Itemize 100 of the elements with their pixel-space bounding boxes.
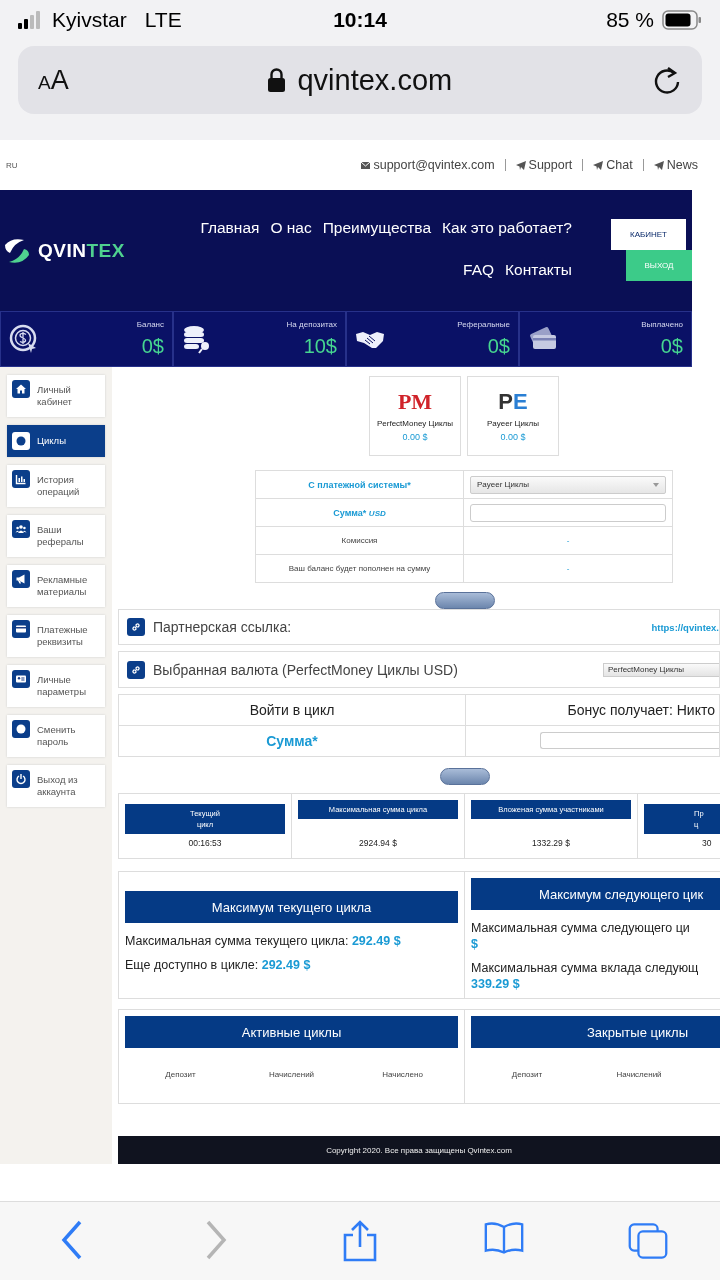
- panel-title: Максимум следующего цик: [471, 878, 720, 911]
- sidebar-item[interactable]: Личный кабинет: [7, 375, 105, 417]
- wallet-name: Payeer Циклы: [487, 419, 539, 428]
- reload-icon[interactable]: [652, 64, 682, 96]
- column-header: Начислено: [381, 1070, 424, 1080]
- address-bar[interactable]: AA qvintex.com: [18, 46, 702, 114]
- bonus-text: Бонус получает: Никто: [465, 694, 720, 726]
- panel-title: Максимум текущего цикла: [125, 891, 458, 924]
- logo-wordmark: QVINTEX: [38, 239, 125, 262]
- payment-system-select[interactable]: Payeer Циклы: [470, 475, 666, 494]
- join-amount-input[interactable]: [540, 732, 719, 750]
- sidebar-item[interactable]: Выход из аккаунта: [7, 765, 105, 807]
- send-icon: [593, 160, 604, 170]
- column-header: Начислений: [615, 1070, 663, 1080]
- contact-link[interactable]: Support: [515, 158, 573, 172]
- power-icon: [15, 773, 27, 785]
- clock: 10:14: [333, 8, 387, 32]
- stat-value: 00:16:53: [188, 838, 222, 849]
- stat-value: 30: [702, 838, 712, 849]
- form-value: -: [566, 564, 570, 573]
- send-icon: [515, 160, 526, 170]
- wallet-amount: 0.00 $: [402, 432, 428, 442]
- form-label: С платежной системы*: [255, 470, 464, 499]
- stat-value: 0$: [660, 335, 683, 358]
- form-value: -: [566, 536, 570, 545]
- panel-text: Максимальная сумма следующего ци $: [471, 920, 691, 953]
- stat-value: 1332.29 $: [532, 838, 570, 849]
- sidebar-item[interactable]: Сменить пароль: [7, 715, 105, 757]
- nav-link[interactable]: О нас: [270, 218, 312, 238]
- stat-value: 2924.94 $: [359, 838, 397, 849]
- mail-icon: [361, 161, 371, 169]
- network-type: LTE: [144, 8, 182, 32]
- stat-label: Баланс: [136, 320, 164, 329]
- stat-value: 10$: [303, 335, 337, 358]
- tabs-button[interactable]: [628, 1220, 668, 1262]
- form-label: Ваш баланс будет пополнен на сумму: [255, 554, 464, 583]
- amount-input[interactable]: [470, 503, 666, 522]
- panel-text: Максимальная сумма текущего цикла: 292.49 $: [125, 933, 402, 950]
- footer-copyright: Copyright 2020. Все права защищены Qvintex.com: [118, 1136, 720, 1164]
- nav-link[interactable]: Главная: [200, 218, 260, 238]
- form-label: Комиссия: [255, 526, 464, 555]
- wallet-logo: PM: [397, 389, 433, 416]
- battery-percent: 85 %: [606, 8, 654, 32]
- carrier-name: Kyivstar: [52, 8, 127, 32]
- link-icon: [131, 664, 141, 675]
- nav-link[interactable]: Контакты: [505, 260, 572, 280]
- column-header: Депозит: [164, 1070, 197, 1080]
- wallet-card[interactable]: PE Payeer Циклы 0.00 $: [467, 376, 559, 456]
- wallet-name: PerfectMoney Циклы: [377, 419, 453, 428]
- panel-text: Еще доступно в цикле: 292.49 $: [125, 957, 312, 974]
- panel-text: Максимальная сумма вклада следующ 339.29 $: [471, 960, 700, 993]
- partner-link-label: Партнерская ссылка:: [153, 619, 292, 636]
- sidebar-item[interactable]: Ваши рефералы: [7, 515, 105, 557]
- link-icon: [131, 622, 141, 633]
- sidebar-item[interactable]: История операций: [7, 465, 105, 507]
- url-text: qvintex.com: [297, 63, 453, 97]
- form-label: Сумма* USD: [255, 498, 464, 527]
- wallet-logo: PE: [498, 389, 528, 416]
- dot-icon: [15, 723, 27, 735]
- currency-label: Выбранная валюта (PerfectMoney Циклы USD): [153, 661, 458, 678]
- sidebar-item[interactable]: Платежные реквизиты: [7, 615, 105, 657]
- card-icon: [15, 623, 27, 635]
- text-size-button[interactable]: AA: [38, 64, 69, 96]
- amount-label: Сумма*: [118, 725, 466, 757]
- join-title: Войти в цикл: [118, 694, 466, 726]
- contact-link[interactable]: News: [653, 158, 698, 172]
- dot-icon: [15, 435, 27, 447]
- users-icon: [15, 523, 27, 535]
- wallet-amount: 0.00 $: [500, 432, 526, 442]
- battery-icon: [662, 10, 702, 30]
- stat-label: Выплачено: [641, 320, 683, 329]
- list-title: Активные циклы: [125, 1016, 458, 1049]
- home-icon: [15, 383, 27, 395]
- chart-icon: [15, 473, 27, 485]
- sidebar-item[interactable]: Личные параметры: [7, 665, 105, 707]
- stat-value: 0$: [141, 335, 164, 358]
- contact-link[interactable]: support@qvintex.com: [361, 158, 495, 172]
- logo-icon: [2, 236, 32, 265]
- dollar-coin-icon: [9, 324, 39, 354]
- stat-label: Реферальные: [457, 320, 510, 329]
- megaphone-icon: [15, 573, 27, 585]
- sidebar-item[interactable]: Циклы: [7, 425, 105, 457]
- id-icon: [15, 673, 27, 685]
- send-icon: [653, 160, 664, 170]
- cabinet-button[interactable]: КАБИНЕТ: [611, 219, 686, 250]
- sidebar-item[interactable]: Рекламные материалы: [7, 565, 105, 607]
- wallet-card[interactable]: PM PerfectMoney Циклы 0.00 $: [369, 376, 461, 456]
- nav-link[interactable]: Преимущества: [322, 218, 432, 238]
- lock-icon: [268, 68, 286, 92]
- stat-value: 0$: [487, 335, 510, 358]
- column-header: Депозит: [510, 1070, 544, 1080]
- contact-link[interactable]: Chat: [593, 158, 633, 172]
- database-icon: [182, 324, 212, 354]
- nav-link[interactable]: Как это работает?: [442, 218, 572, 238]
- language-link[interactable]: RU: [6, 160, 18, 170]
- list-title: Закрытые циклы: [471, 1016, 720, 1049]
- nav-link[interactable]: FAQ: [463, 260, 495, 280]
- currency-select[interactable]: PerfectMoney Циклы: [603, 662, 719, 677]
- create-button[interactable]: [435, 592, 495, 609]
- join-button[interactable]: [440, 767, 490, 785]
